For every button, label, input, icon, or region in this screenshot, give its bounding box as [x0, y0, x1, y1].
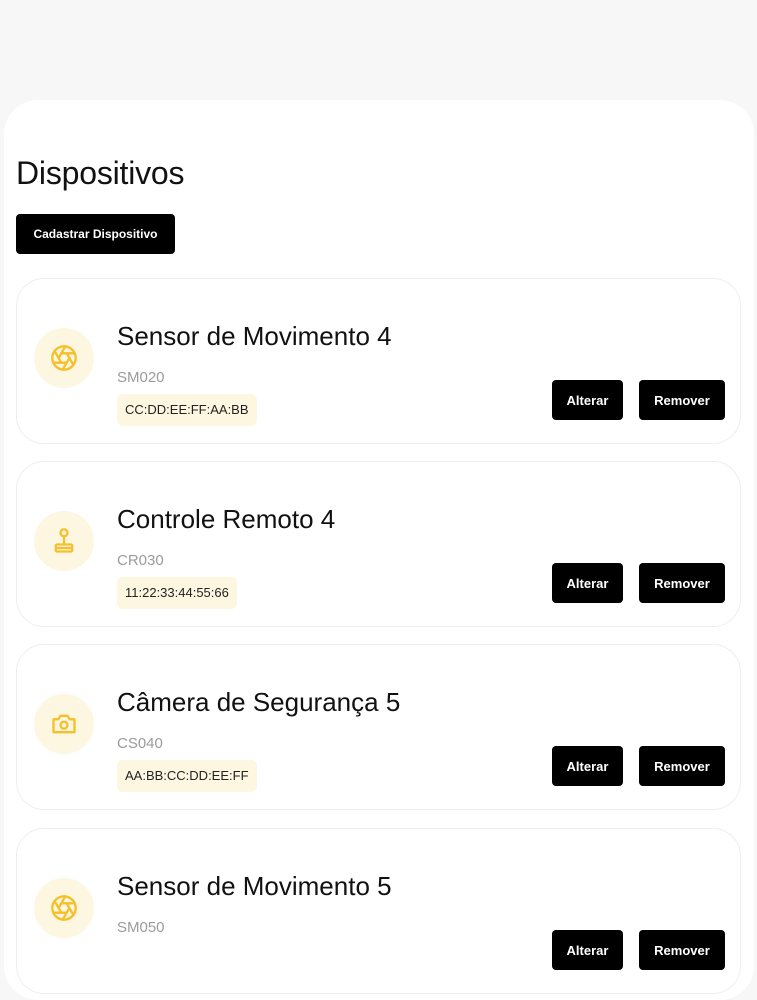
- device-card: Sensor de Movimento 4 SM020 CC:DD:EE:FF:…: [16, 278, 741, 444]
- aperture-icon: [51, 345, 77, 371]
- device-code: CS040: [117, 735, 163, 752]
- device-card: Controle Remoto 4 CR030 11:22:33:44:55:6…: [16, 461, 741, 627]
- device-name: Sensor de Movimento 5: [117, 871, 392, 901]
- device-icon-badge: [34, 694, 94, 754]
- device-mac-badge: AA:BB:CC:DD:EE:FF: [117, 760, 257, 792]
- page-title: Dispositivos: [16, 155, 185, 191]
- device-code: CR030: [117, 552, 164, 569]
- device-code: SM050: [117, 919, 165, 936]
- device-icon-badge: [34, 511, 94, 571]
- edit-device-button[interactable]: Alterar: [552, 563, 623, 603]
- edit-device-button[interactable]: Alterar: [552, 380, 623, 420]
- device-name: Controle Remoto 4: [117, 504, 336, 534]
- remove-device-button[interactable]: Remover: [639, 746, 725, 786]
- add-device-button[interactable]: Cadastrar Dispositivo: [16, 214, 175, 254]
- device-card: Câmera de Segurança 5 CS040 AA:BB:CC:DD:…: [16, 644, 741, 810]
- device-icon-badge: [34, 328, 94, 388]
- device-mac-badge: CC:DD:EE:FF:AA:BB: [117, 394, 257, 426]
- device-code: SM020: [117, 369, 165, 386]
- device-name: Câmera de Segurança 5: [117, 687, 401, 717]
- device-icon-badge: [34, 878, 94, 938]
- joystick-icon: [54, 528, 74, 553]
- remove-device-button[interactable]: Remover: [639, 563, 725, 603]
- remove-device-button[interactable]: Remover: [639, 930, 725, 970]
- aperture-icon: [51, 895, 77, 921]
- edit-device-button[interactable]: Alterar: [552, 930, 623, 970]
- camera-icon: [52, 714, 76, 734]
- device-card: Sensor de Movimento 5 SM050 Alterar Remo…: [16, 828, 741, 994]
- remove-device-button[interactable]: Remover: [639, 380, 725, 420]
- device-mac-badge: 11:22:33:44:55:66: [117, 577, 237, 609]
- device-name: Sensor de Movimento 4: [117, 321, 392, 351]
- edit-device-button[interactable]: Alterar: [552, 746, 623, 786]
